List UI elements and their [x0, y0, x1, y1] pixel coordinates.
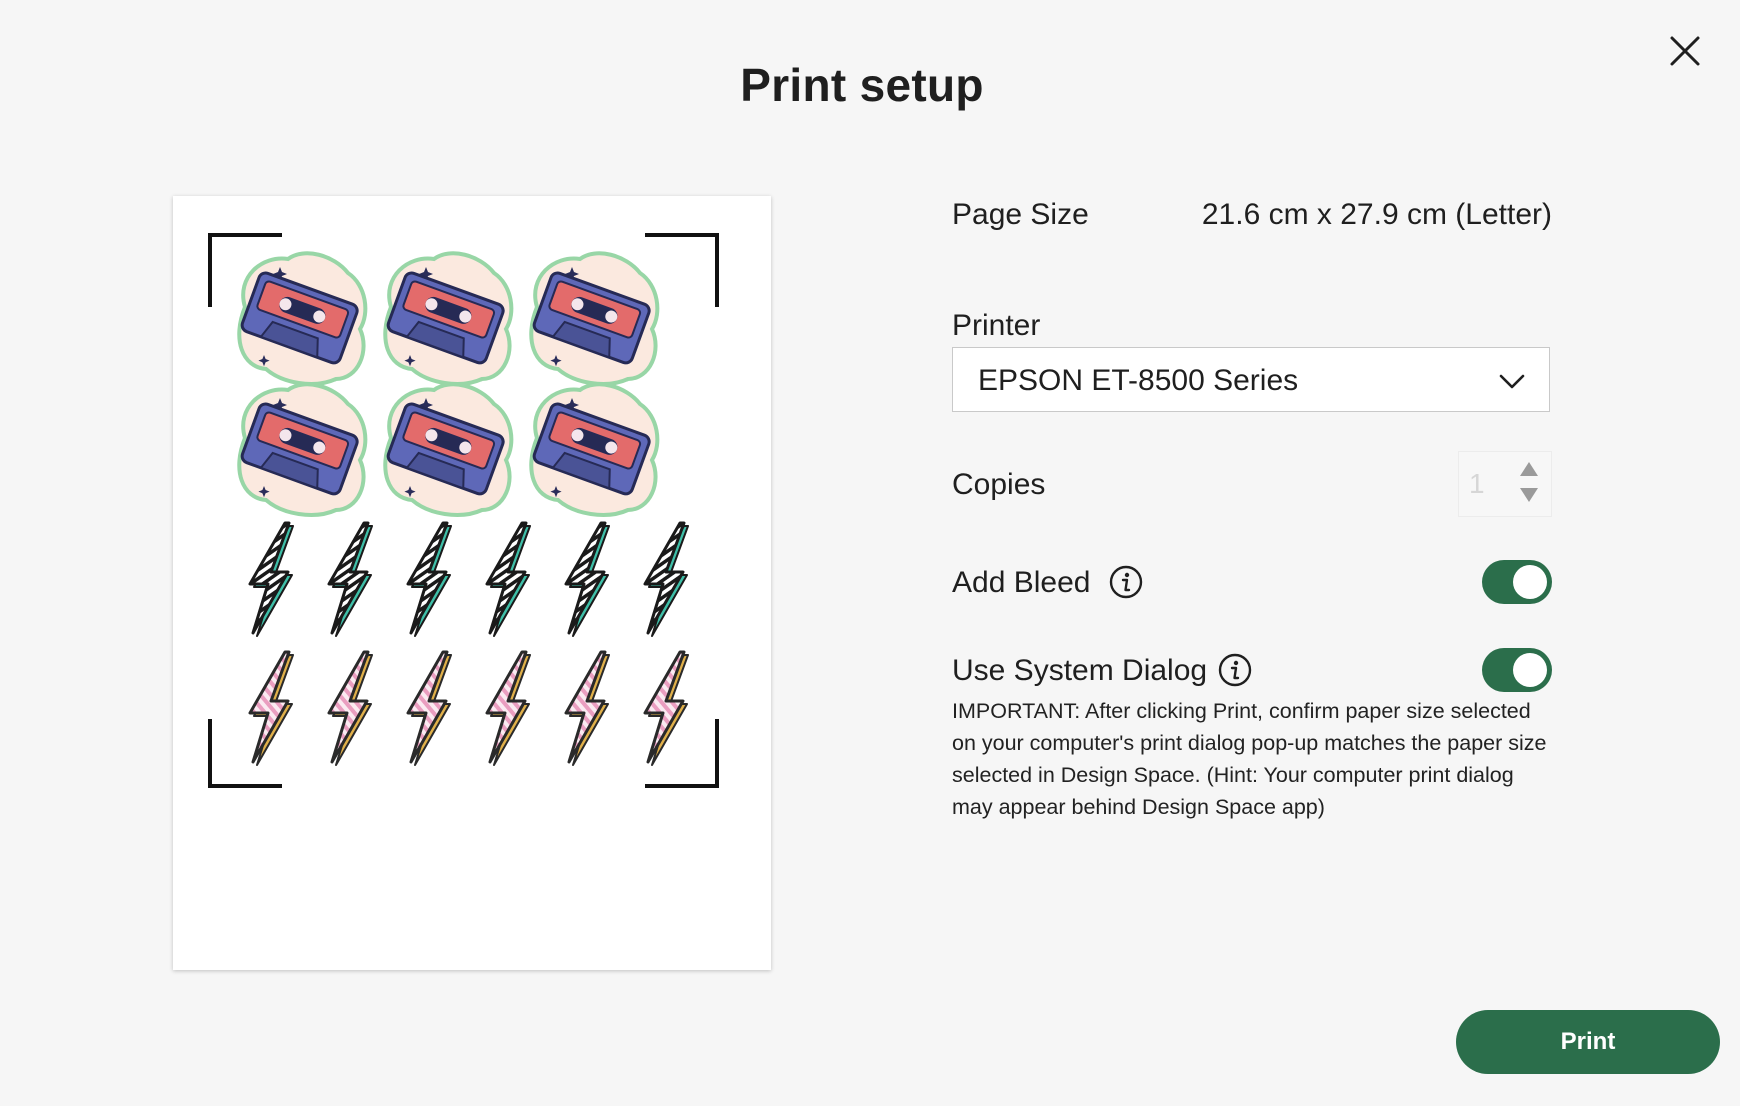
- copies-input[interactable]: 1: [1469, 468, 1485, 500]
- system-dialog-toggle[interactable]: [1482, 648, 1552, 692]
- copies-label: Copies: [952, 468, 1046, 501]
- page-preview: [173, 196, 771, 970]
- page-size-label: Page Size: [952, 198, 1089, 231]
- print-preview-artwork: [208, 233, 719, 788]
- lightning-bolt-row-2: [248, 650, 689, 766]
- print-button[interactable]: Print: [1456, 1010, 1720, 1074]
- toggle-knob: [1513, 565, 1547, 599]
- add-bleed-label: Add Bleed: [952, 566, 1091, 599]
- add-bleed-toggle[interactable]: [1482, 560, 1552, 604]
- printer-label: Printer: [952, 309, 1041, 342]
- chevron-down-icon: [1499, 374, 1525, 389]
- info-icon[interactable]: [1218, 653, 1252, 687]
- page-size-value: 21.6 cm x 27.9 cm (Letter): [1201, 198, 1552, 231]
- dialog-title: Print setup: [740, 59, 984, 111]
- printer-selected-value: EPSON ET-8500 Series: [978, 364, 1299, 397]
- system-dialog-label: Use System Dialog: [952, 654, 1208, 687]
- lightning-bolt-row-1: [248, 521, 689, 637]
- stepper-down-icon[interactable]: [1518, 486, 1540, 504]
- info-icon[interactable]: [1109, 565, 1143, 599]
- stepper-up-icon[interactable]: [1518, 460, 1540, 478]
- system-dialog-note: IMPORTANT: After clicking Print, confirm…: [952, 699, 1547, 819]
- copies-stepper[interactable]: 1: [1458, 451, 1552, 517]
- toggle-knob: [1513, 653, 1547, 687]
- printer-select[interactable]: EPSON ET-8500 Series: [952, 347, 1550, 412]
